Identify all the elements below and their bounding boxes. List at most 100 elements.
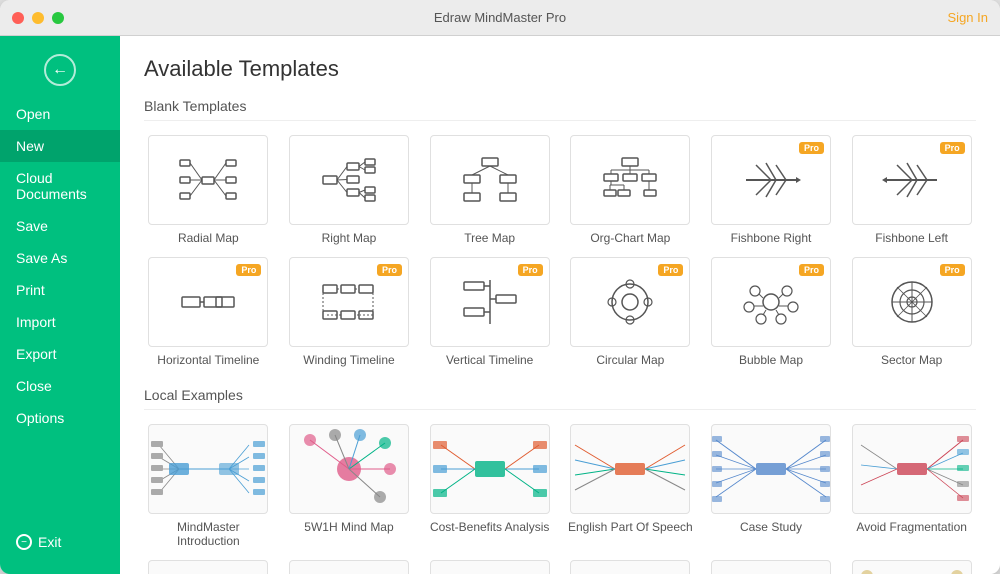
winding-timeline-icon	[319, 277, 379, 327]
blank-templates-grid: Radial Map	[144, 135, 976, 367]
pro-badge-vtimeline: Pro	[518, 264, 543, 276]
sidebar: ← Open New Cloud Documents Save Save As …	[0, 36, 120, 574]
sidebar-item-print[interactable]: Print	[0, 274, 120, 306]
fishbone-left-icon	[882, 155, 942, 205]
sidebar-item-options[interactable]: Options	[0, 402, 120, 434]
orgchart-map-label: Org-Chart Map	[590, 231, 670, 245]
tree-map-label: Tree Map	[464, 231, 515, 245]
sidebar-item-import[interactable]: Import	[0, 306, 120, 338]
template-horizontal-timeline[interactable]: Pro Horizontal Timeline	[144, 257, 273, 367]
sidebar-item-open[interactable]: Open	[0, 98, 120, 130]
radial-map-icon	[178, 155, 238, 205]
bubble-map-label: Bubble Map	[739, 353, 803, 367]
example12-thumbnail	[853, 561, 971, 574]
5w1h-label: 5W1H Mind Map	[304, 520, 393, 534]
exit-icon: −	[16, 534, 32, 550]
template-fishbone-right[interactable]: Pro Fishbone Right	[707, 135, 836, 245]
sidebar-item-saveas[interactable]: Save As	[0, 242, 120, 274]
sidebar-item-save[interactable]: Save	[0, 210, 120, 242]
page-title: Available Templates	[144, 56, 976, 82]
template-right-map[interactable]: Right Map	[285, 135, 414, 245]
template-english-pos[interactable]: English Part Of Speech	[566, 424, 695, 548]
template-example-11[interactable]	[707, 560, 836, 574]
template-radial-map[interactable]: Radial Map	[144, 135, 273, 245]
right-map-label: Right Map	[322, 231, 377, 245]
template-mindmaster-intro[interactable]: MindMaster Introduction	[144, 424, 273, 548]
traffic-lights	[12, 12, 64, 24]
example8-thumbnail	[290, 561, 408, 574]
template-case-study[interactable]: Case Study	[707, 424, 836, 548]
template-cost-benefit[interactable]: Cost-Benefits Analysis	[425, 424, 554, 548]
maximize-button[interactable]	[52, 12, 64, 24]
back-arrow-icon: ←	[52, 62, 68, 78]
english-pos-label: English Part Of Speech	[568, 520, 693, 534]
blank-templates-section-title: Blank Templates	[144, 98, 976, 121]
mindmaster-intro-label: MindMaster Introduction	[144, 520, 273, 548]
pro-badge-fishright: Pro	[799, 142, 824, 154]
tree-map-icon	[460, 155, 520, 205]
template-example-12[interactable]	[847, 560, 976, 574]
sidebar-item-new[interactable]: New	[0, 130, 120, 162]
exit-button[interactable]: − Exit	[0, 526, 120, 558]
main-area: ← Open New Cloud Documents Save Save As …	[0, 36, 1000, 574]
pro-badge-bubble: Pro	[799, 264, 824, 276]
circular-map-icon	[600, 277, 660, 327]
orgchart-map-icon	[600, 155, 660, 205]
template-example-7[interactable]	[144, 560, 273, 574]
template-tree-map[interactable]: Tree Map	[425, 135, 554, 245]
back-button[interactable]: ←	[0, 46, 120, 98]
fishbone-right-label: Fishbone Right	[731, 231, 812, 245]
template-fishbone-left[interactable]: Pro Fishbone Left	[847, 135, 976, 245]
pro-badge-circular: Pro	[658, 264, 683, 276]
sector-map-icon	[882, 277, 942, 327]
example7-thumbnail	[149, 561, 267, 574]
content-area: Available Templates Blank Templates	[120, 36, 1000, 574]
right-map-icon	[319, 155, 379, 205]
example9-thumbnail	[431, 561, 549, 574]
signin-button[interactable]: Sign In	[948, 10, 988, 25]
template-example-8[interactable]	[285, 560, 414, 574]
sidebar-item-close[interactable]: Close	[0, 370, 120, 402]
avoid-fragmentation-thumbnail	[853, 425, 971, 513]
template-avoid-fragmentation[interactable]: Avoid Fragmentation	[847, 424, 976, 548]
template-winding-timeline[interactable]: Pro Winding Timeline	[285, 257, 414, 367]
minimize-button[interactable]	[32, 12, 44, 24]
local-examples-section-title: Local Examples	[144, 387, 976, 410]
titlebar: Edraw MindMaster Pro Sign In	[0, 0, 1000, 36]
horizontal-timeline-label: Horizontal Timeline	[157, 353, 259, 367]
mindmaster-intro-thumbnail	[149, 425, 267, 513]
example11-thumbnail	[712, 561, 830, 574]
radial-map-label: Radial Map	[178, 231, 239, 245]
local-examples-grid: MindMaster Introduction	[144, 424, 976, 574]
app-window: Edraw MindMaster Pro Sign In ← Open New …	[0, 0, 1000, 574]
template-vertical-timeline[interactable]: Pro Vertical Timeline	[425, 257, 554, 367]
sidebar-item-cloud[interactable]: Cloud Documents	[0, 162, 120, 210]
horizontal-timeline-icon	[178, 277, 238, 327]
pro-badge-wtimeline: Pro	[377, 264, 402, 276]
case-study-thumbnail	[712, 425, 830, 513]
example10-thumbnail	[571, 561, 689, 574]
fishbone-right-icon	[741, 155, 801, 205]
cost-benefit-label: Cost-Benefits Analysis	[430, 520, 549, 534]
close-button[interactable]	[12, 12, 24, 24]
vertical-timeline-label: Vertical Timeline	[446, 353, 533, 367]
cost-benefit-thumbnail	[431, 425, 549, 513]
template-sector-map[interactable]: Pro Sector Map	[847, 257, 976, 367]
english-pos-thumbnail	[571, 425, 689, 513]
circular-map-label: Circular Map	[596, 353, 664, 367]
sector-map-label: Sector Map	[881, 353, 942, 367]
avoid-fragmentation-label: Avoid Fragmentation	[856, 520, 967, 534]
template-example-10[interactable]	[566, 560, 695, 574]
bubble-map-icon	[741, 277, 801, 327]
exit-label: Exit	[38, 534, 61, 550]
template-bubble-map[interactable]: Pro	[707, 257, 836, 367]
template-example-9[interactable]	[425, 560, 554, 574]
template-5w1h[interactable]: 5W1H Mind Map	[285, 424, 414, 548]
pro-badge-sector: Pro	[940, 264, 965, 276]
window-title: Edraw MindMaster Pro	[434, 10, 566, 25]
template-orgchart-map[interactable]: Org-Chart Map	[566, 135, 695, 245]
fishbone-left-label: Fishbone Left	[875, 231, 948, 245]
template-circular-map[interactable]: Pro Circular Map	[566, 257, 695, 367]
pro-badge-fishleft: Pro	[940, 142, 965, 154]
sidebar-item-export[interactable]: Export	[0, 338, 120, 370]
